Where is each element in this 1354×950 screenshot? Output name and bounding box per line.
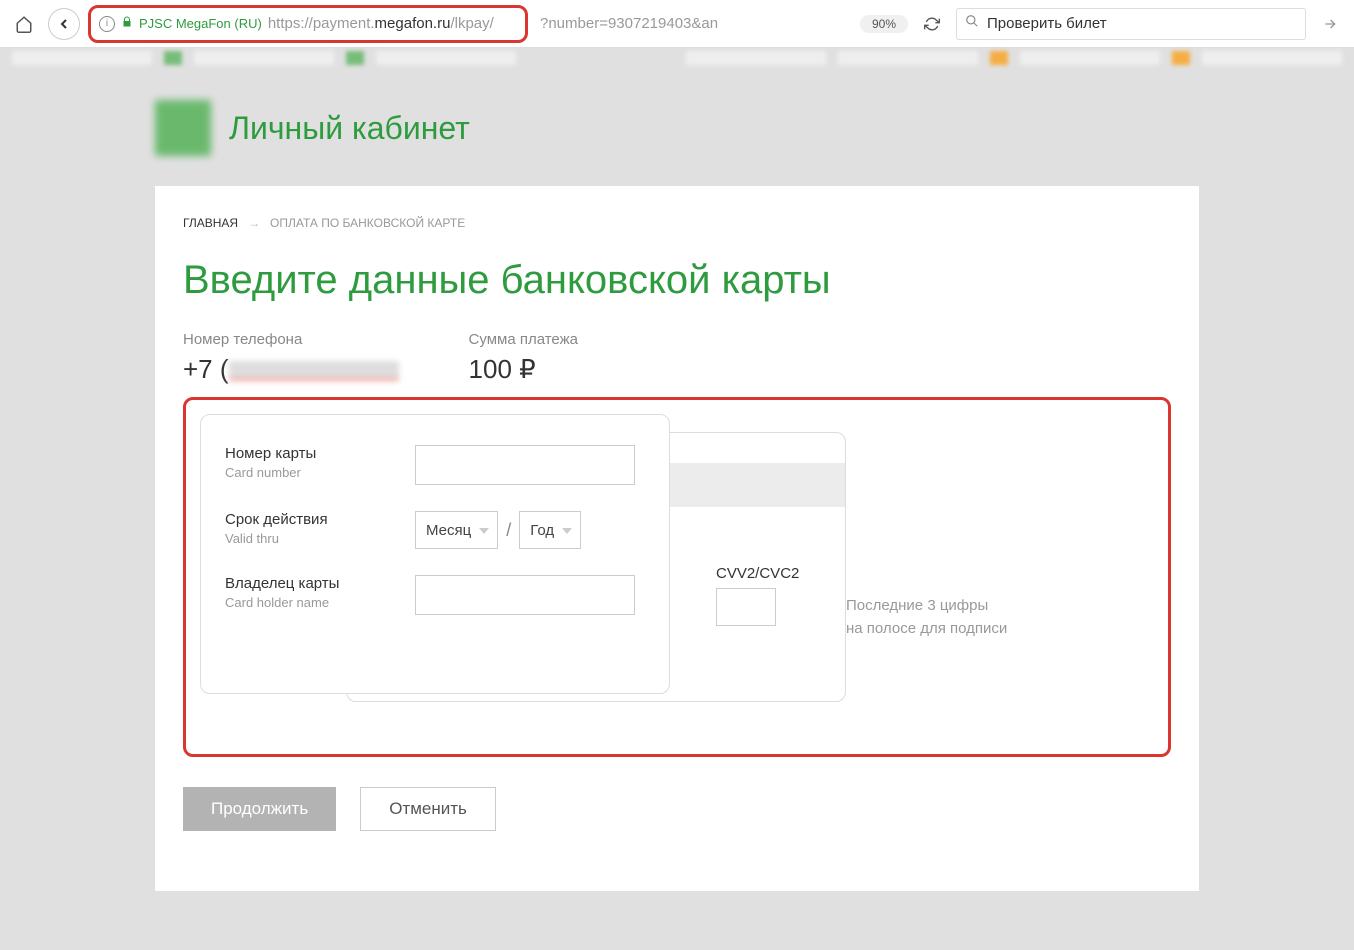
- cvv-label: CVV2/CVC2: [716, 565, 799, 582]
- cvv-input[interactable]: [716, 588, 776, 626]
- month-select[interactable]: Месяц: [415, 511, 498, 549]
- card-number-label: Номер карты: [225, 445, 395, 462]
- button-row: Продолжить Отменить: [183, 787, 1171, 831]
- cvv-hint: Последние 3 цифры на полосе для подписи: [846, 595, 1007, 640]
- browser-toolbar: i PJSC MegaFon (RU) https://payment.mega…: [0, 0, 1354, 48]
- lock-icon: [121, 15, 133, 32]
- page-title: Введите данные банковской карты: [183, 258, 1171, 303]
- search-icon: [965, 14, 979, 33]
- logo: [155, 100, 211, 156]
- phone-value: +7 (: [183, 354, 399, 385]
- card-holder-input[interactable]: [415, 575, 635, 615]
- summary-row: Номер телефона +7 ( Сумма платежа 100 ₽: [183, 331, 1171, 385]
- continue-button[interactable]: Продолжить: [183, 787, 336, 831]
- card-number-sublabel: Card number: [225, 465, 395, 480]
- info-icon[interactable]: i: [99, 16, 115, 32]
- expiry-label: Срок действия: [225, 511, 395, 528]
- back-button[interactable]: [48, 8, 80, 40]
- holder-label: Владелец карты: [225, 575, 395, 592]
- home-icon[interactable]: [8, 8, 40, 40]
- expiry-separator: /: [506, 520, 511, 541]
- card-front: Номер карты Card number Срок действия Va…: [200, 414, 670, 694]
- breadcrumb-current: ОПЛАТА ПО БАНКОВСКОЙ КАРТЕ: [270, 216, 465, 230]
- holder-sublabel: Card holder name: [225, 595, 395, 610]
- ssl-cert-name: PJSC MegaFon (RU): [139, 16, 262, 31]
- card-number-input[interactable]: [415, 445, 635, 485]
- tab-strip: [0, 48, 1354, 70]
- reload-button[interactable]: [916, 8, 948, 40]
- url-bar-highlight: i PJSC MegaFon (RU) https://payment.mega…: [88, 5, 528, 43]
- breadcrumb-home[interactable]: ГЛАВНАЯ: [183, 216, 238, 230]
- card-form-highlight: CVV2/CVC2 Последние 3 цифры на полосе дл…: [183, 397, 1171, 757]
- amount-label: Сумма платежа: [469, 331, 578, 348]
- cvv-block: CVV2/CVC2: [716, 565, 799, 626]
- url-text[interactable]: https://payment.megafon.ru/lkpay/: [268, 15, 494, 33]
- amount-value: 100 ₽: [469, 354, 578, 385]
- chevron-right-icon: →: [248, 216, 260, 230]
- page-header: Личный кабинет: [155, 100, 1199, 156]
- expiry-sublabel: Valid thru: [225, 531, 395, 546]
- search-text: Проверить билет: [987, 15, 1107, 32]
- phone-summary: Номер телефона +7 (: [183, 331, 399, 385]
- phone-label: Номер телефона: [183, 331, 399, 348]
- header-title: Личный кабинет: [229, 110, 470, 147]
- cancel-button[interactable]: Отменить: [360, 787, 496, 831]
- year-select[interactable]: Год: [519, 511, 581, 549]
- url-query[interactable]: ?number=9307219403&an: [536, 15, 852, 32]
- content-card: ГЛАВНАЯ → ОПЛАТА ПО БАНКОВСКОЙ КАРТЕ Вве…: [155, 186, 1199, 891]
- browser-search-box[interactable]: Проверить билет: [956, 8, 1306, 40]
- breadcrumb: ГЛАВНАЯ → ОПЛАТА ПО БАНКОВСКОЙ КАРТЕ: [183, 216, 1171, 230]
- zoom-badge[interactable]: 90%: [860, 15, 908, 33]
- amount-summary: Сумма платежа 100 ₽: [469, 331, 578, 385]
- go-button[interactable]: [1314, 8, 1346, 40]
